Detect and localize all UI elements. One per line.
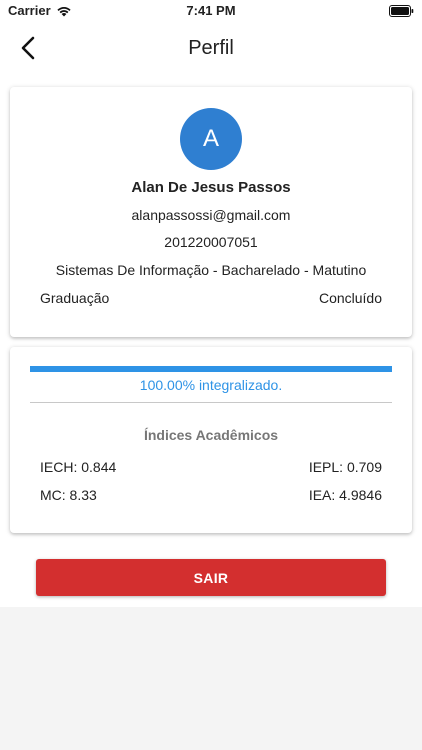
progress-label: 100.00% integralizado. [139, 377, 283, 393]
user-email: alanpassossi@gmail.com [131, 207, 291, 223]
stat-iea: IEA: 4.9846 [308, 487, 382, 503]
profile-card: A Alan De Jesus Passos alanpassossi@gmai… [10, 87, 412, 337]
progress-bar [30, 366, 392, 372]
stat-iepl: IEPL: 0.709 [308, 459, 382, 475]
battery-icon [389, 5, 414, 17]
avatar: A [180, 108, 242, 170]
divider [30, 402, 392, 403]
progress-bar-fill [30, 366, 392, 372]
indices-title: Índices Acadêmicos [143, 427, 279, 443]
user-level: Graduação [40, 290, 110, 306]
page-title: Perfil [188, 37, 234, 59]
academic-stats-card: 100.00% integralizado. Índices Acadêmico… [10, 347, 412, 533]
background-fill [0, 607, 422, 750]
user-course: Sistemas De Informação - Bacharelado - M… [55, 262, 367, 278]
status-bar: Carrier 7:41 PM [0, 0, 422, 22]
stat-mc: MC: 8.33 [40, 487, 97, 503]
user-registration: 201220007051 [164, 234, 258, 250]
nav-bar: Perfil [0, 22, 422, 74]
user-name: Alan De Jesus Passos [131, 179, 291, 196]
stat-iech: IECH: 0.844 [40, 459, 117, 475]
clock: 7:41 PM [186, 3, 236, 18]
user-status: Concluído [318, 290, 382, 306]
logout-button[interactable]: SAIR [36, 559, 386, 596]
profile-screen: Carrier 7:41 PM Perfil A Alan De Jesus P… [0, 0, 422, 607]
